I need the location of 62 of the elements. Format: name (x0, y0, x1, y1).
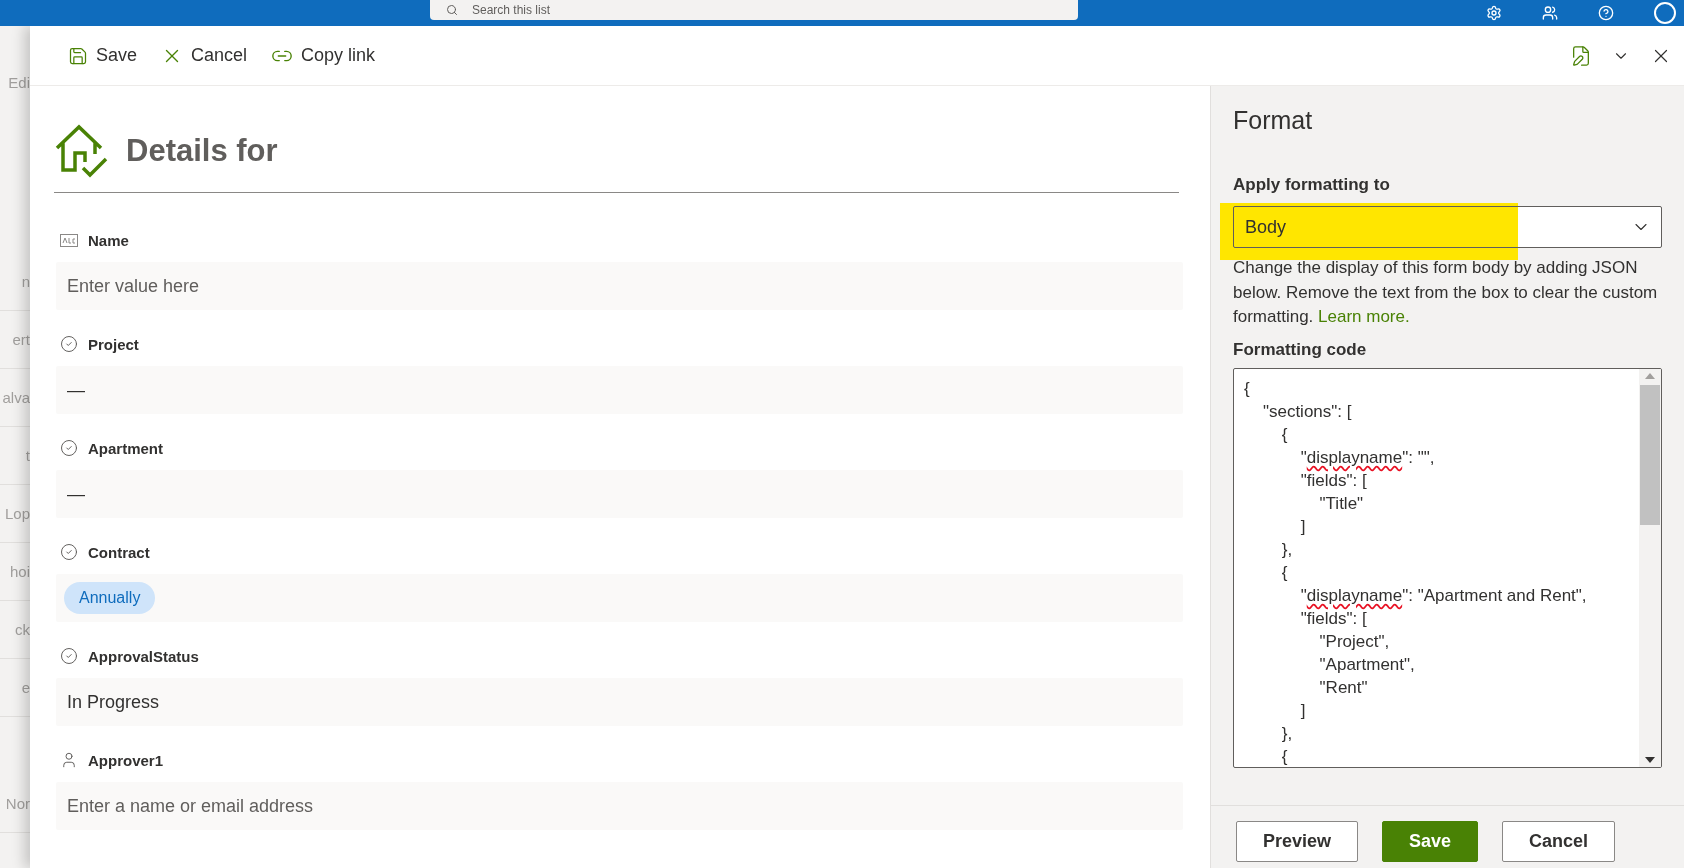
field-label: Name (88, 231, 129, 249)
field-label: Apartment (88, 439, 163, 457)
panel-title: Format (1233, 106, 1314, 135)
field-label: Formatting code (1233, 339, 1368, 360)
code-line: { (1280, 745, 1289, 767)
code-line: "displayname": "Apartment and Rent", (1299, 584, 1588, 607)
footer-button[interactable]: Cancel (1502, 821, 1616, 862)
people-icon[interactable] (1542, 5, 1558, 21)
field-label: Project (88, 335, 139, 353)
scroll-down-icon[interactable] (1645, 756, 1655, 763)
help-icon[interactable] (1598, 5, 1614, 21)
field-label: Contract (88, 543, 150, 561)
list-item: Edi (7, 72, 30, 93)
avatar[interactable] (1654, 2, 1676, 24)
text-field-icon (60, 233, 78, 247)
dropdown[interactable]: Body (1233, 206, 1662, 248)
code-line: "Project", (1318, 630, 1391, 653)
field-label: Apply formatting to (1233, 175, 1391, 195)
choice-pill: Annually (64, 582, 156, 614)
input-field[interactable]: — (56, 470, 1183, 518)
toolbar-button[interactable]: Cancel (159, 40, 250, 71)
input-field[interactable]: Enter value here (56, 262, 1183, 310)
input-field[interactable]: Annually (56, 574, 1183, 622)
code-line: { (1280, 561, 1289, 584)
house-check-icon (54, 124, 108, 178)
input-field[interactable]: Enter a name or email address (56, 782, 1183, 830)
field-label: Approver1 (88, 751, 164, 769)
check-circle-icon (60, 543, 78, 561)
edit-form-icon[interactable] (1570, 44, 1592, 67)
search-field[interactable]: Search this list (430, 0, 1078, 20)
code-line: "fields": [ (1299, 469, 1368, 492)
code-line: "fields": [ (1299, 607, 1368, 630)
code-line: "displayname": "", (1299, 446, 1436, 469)
description-text: Change the display of this form body by adding JSON below. Remove the text from the box to clear the custom formatting. Learn more. (1233, 257, 1659, 328)
code-line: "Title" (1318, 492, 1365, 515)
code-line: }, (1280, 538, 1294, 561)
toolbar-button[interactable]: Copy link (269, 40, 378, 71)
code-editor[interactable]: { "sections": [ { "displayname": "", "fields": [ "Title" ] }, { "displayname": "Apartment and Rent", "fields": [ "Project", "Apartment", "Rent" ] }, { (1233, 367, 1662, 768)
input-field[interactable]: In Progress (56, 678, 1183, 726)
code-line: ] (1299, 699, 1307, 722)
code-line: { (1244, 377, 1251, 400)
check-circle-icon (60, 335, 78, 353)
person-icon (60, 751, 78, 769)
code-line: { (1280, 423, 1289, 446)
save-icon (68, 45, 88, 66)
code-line: "sections": [ (1261, 400, 1353, 423)
code-line: }, (1280, 722, 1294, 745)
code-line: ] (1299, 515, 1307, 538)
footer-button[interactable]: Preview (1236, 821, 1359, 862)
toolbar-button[interactable]: Save (66, 41, 140, 70)
search-icon (446, 4, 458, 16)
input-field[interactable]: — (56, 366, 1183, 414)
code-line: "Rent" (1318, 676, 1369, 699)
form-title: Details for (126, 133, 278, 169)
check-circle-icon (60, 647, 78, 665)
footer-button[interactable]: Save (1382, 821, 1479, 862)
scrollbar[interactable] (1639, 368, 1661, 767)
field-label: ApprovalStatus (88, 647, 199, 665)
settings-icon[interactable] (1486, 5, 1502, 21)
check-circle-icon (60, 439, 78, 457)
code-line: "Apartment", (1318, 653, 1416, 676)
learn-more-link[interactable]: Learn more. (1318, 307, 1410, 326)
